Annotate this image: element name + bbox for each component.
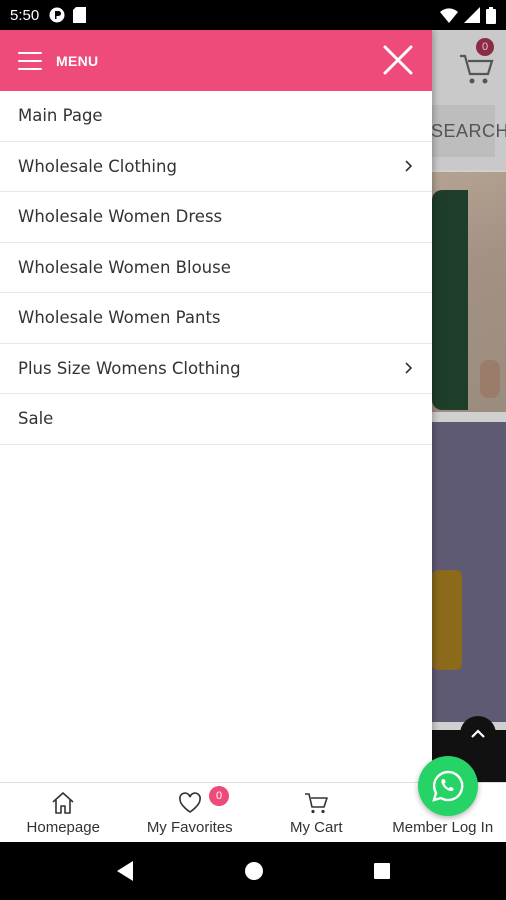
product-image-detail — [480, 360, 500, 398]
menu-item-label: Sale — [18, 409, 54, 429]
nav-member-log-in-label: Member Log In — [392, 819, 494, 836]
nav-my-favorites-label: My Favorites — [146, 819, 233, 836]
android-navigation-bar — [0, 842, 506, 900]
whatsapp-button[interactable] — [418, 756, 478, 816]
signal-icon — [464, 7, 480, 23]
nav-my-cart-label: My Cart — [290, 819, 343, 836]
menu-item-label: Wholesale Women Dress — [18, 207, 223, 227]
drawer-header: MENU — [0, 30, 432, 91]
menu-item-main-page[interactable]: Main Page — [0, 91, 432, 142]
menu-item-sale[interactable]: Sale — [0, 394, 432, 445]
chevron-right-icon[interactable] — [402, 362, 414, 374]
menu-item-label: Wholesale Women Blouse — [18, 257, 231, 277]
nav-homepage-label: Homepage — [26, 819, 100, 836]
product-image-figure — [432, 190, 468, 410]
chevron-up-icon — [471, 729, 485, 738]
battery-icon — [486, 6, 496, 24]
home-button-icon[interactable] — [244, 861, 264, 881]
home-icon — [52, 792, 74, 814]
menu-title: MENU — [56, 52, 99, 69]
product-image-detail — [432, 570, 462, 670]
scroll-to-top-button[interactable] — [460, 716, 496, 752]
hamburger-icon[interactable] — [18, 51, 42, 70]
wifi-icon — [440, 7, 458, 23]
search-button[interactable]: SEARCH — [425, 105, 506, 157]
menu-item-label: Wholesale Women Pants — [18, 308, 221, 328]
nav-my-cart[interactable]: My Cart — [253, 783, 380, 842]
menu-item-wholesale-clothing[interactable]: Wholesale Clothing — [0, 142, 432, 192]
sd-card-icon — [73, 7, 87, 23]
menu-item-label: Main Page — [18, 106, 103, 126]
chevron-right-icon[interactable] — [402, 160, 414, 172]
status-bar: 5:50 — [0, 0, 506, 30]
nav-my-favorites[interactable]: My Favorites — [127, 783, 254, 842]
heart-icon — [178, 792, 201, 813]
status-time: 5:50 — [10, 6, 40, 24]
cart-badge: 0 — [476, 38, 494, 56]
recents-icon[interactable] — [373, 862, 391, 880]
menu-item-label: Wholesale Clothing — [18, 156, 177, 176]
menu-list: Main Page Wholesale Clothing Wholesale W… — [0, 91, 432, 445]
menu-item-plus-size-womens-clothing[interactable]: Plus Size Womens Clothing — [0, 344, 432, 394]
menu-item-wholesale-women-dress[interactable]: Wholesale Women Dress — [0, 192, 432, 243]
back-icon[interactable] — [115, 860, 135, 882]
cart-icon — [305, 793, 329, 814]
menu-item-wholesale-women-blouse[interactable]: Wholesale Women Blouse — [0, 243, 432, 293]
close-icon[interactable] — [382, 44, 414, 76]
menu-item-label: Plus Size Womens Clothing — [18, 358, 241, 378]
app-notification-icon — [49, 7, 65, 23]
whatsapp-icon — [432, 770, 464, 802]
menu-item-wholesale-women-pants[interactable]: Wholesale Women Pants — [0, 293, 432, 344]
navigation-drawer: MENU Main Page Wholesale Clothing Wholes… — [0, 30, 432, 782]
favorites-badge: 0 — [209, 786, 229, 806]
nav-homepage[interactable]: Homepage — [0, 783, 127, 842]
